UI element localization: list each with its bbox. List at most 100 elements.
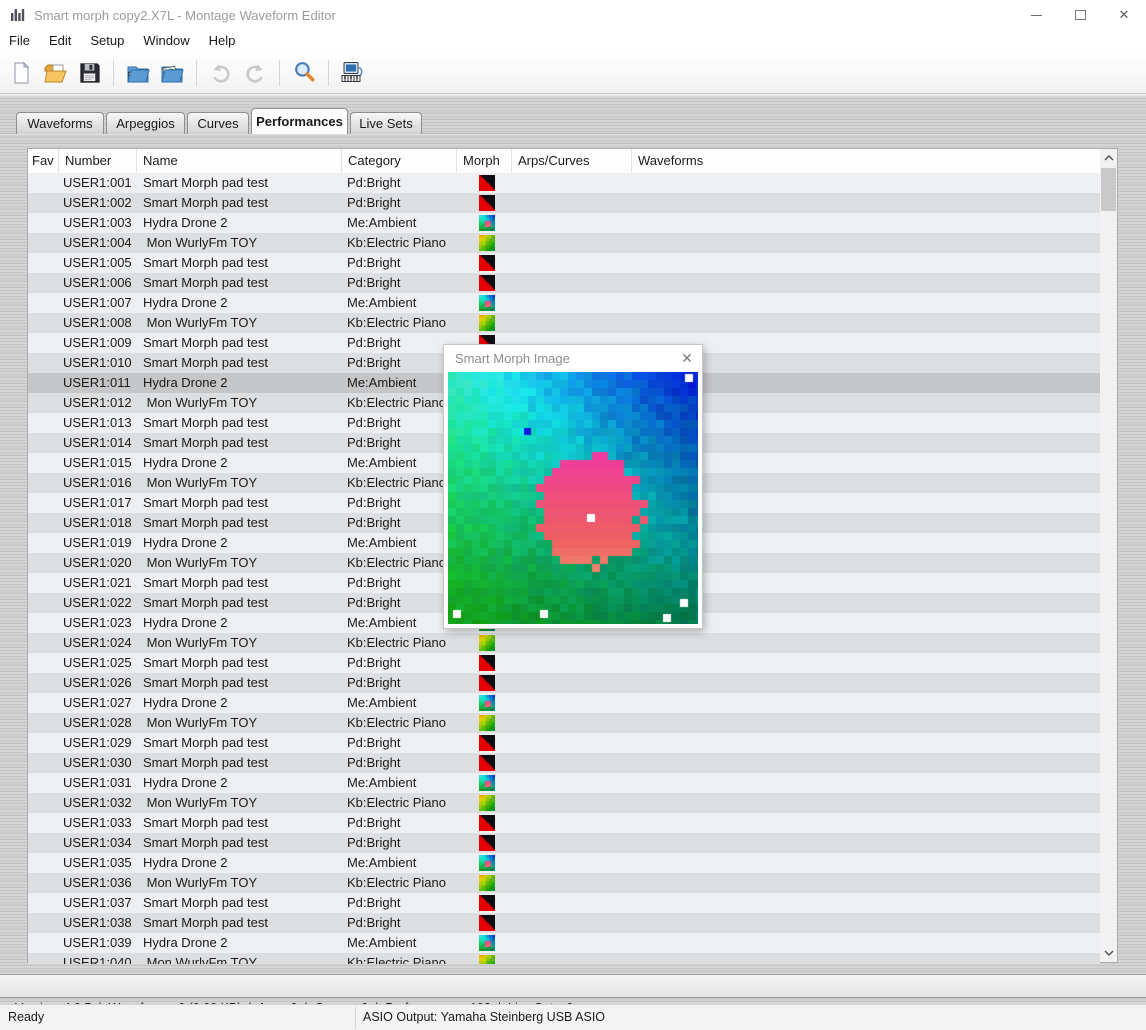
table-row[interactable]: USER1:002Smart Morph pad testPd:Bright xyxy=(28,193,1100,213)
undo-button[interactable] xyxy=(204,57,238,89)
search-button[interactable] xyxy=(287,57,321,89)
table-row[interactable]: USER1:037Smart Morph pad testPd:Bright xyxy=(28,893,1100,913)
tab-curves[interactable]: Curves xyxy=(187,112,249,134)
tab-live-sets[interactable]: Live Sets xyxy=(350,112,422,134)
scroll-up-button[interactable] xyxy=(1100,149,1117,167)
menu-edit[interactable]: Edit xyxy=(42,30,78,52)
import-waveform-folder-button[interactable] xyxy=(121,57,155,89)
name-cell: Smart Morph pad test xyxy=(136,193,341,213)
table-row[interactable]: USER1:008 Mon WurlyFm TOYKb:Electric Pia… xyxy=(28,313,1100,333)
category-cell: Pd:Bright xyxy=(341,513,456,533)
table-row[interactable]: USER1:028 Mon WurlyFm TOYKb:Electric Pia… xyxy=(28,713,1100,733)
new-file-button[interactable] xyxy=(4,57,38,89)
column-header-arps-curves[interactable]: Arps/Curves xyxy=(511,149,631,173)
import-arpeggio-folder-button[interactable] xyxy=(155,57,189,89)
table-row[interactable]: USER1:039Hydra Drone 2Me:Ambient xyxy=(28,933,1100,953)
table-row[interactable]: USER1:033Smart Morph pad testPd:Bright xyxy=(28,813,1100,833)
number-cell: USER1:027 xyxy=(58,693,136,713)
arps-cell xyxy=(511,813,631,833)
column-header-waveforms[interactable]: Waveforms xyxy=(631,149,1100,173)
tab-arpeggios[interactable]: Arpeggios xyxy=(106,112,185,134)
smart-morph-titlebar[interactable]: Smart Morph Image ✕ xyxy=(444,345,702,371)
table-row[interactable]: USER1:026Smart Morph pad testPd:Bright xyxy=(28,673,1100,693)
morph-icon xyxy=(479,235,495,251)
table-row[interactable]: USER1:003Hydra Drone 2Me:Ambient xyxy=(28,213,1100,233)
name-cell: Smart Morph pad test xyxy=(136,913,341,933)
name-cell: Smart Morph pad test xyxy=(136,733,341,753)
table-row[interactable]: USER1:007Hydra Drone 2Me:Ambient xyxy=(28,293,1100,313)
column-header-name[interactable]: Name xyxy=(136,149,341,173)
scroll-down-button[interactable] xyxy=(1100,944,1117,962)
name-cell: Smart Morph pad test xyxy=(136,273,341,293)
table-row[interactable]: USER1:001Smart Morph pad testPd:Bright xyxy=(28,173,1100,193)
tab-performances[interactable]: Performances xyxy=(251,108,348,134)
table-row[interactable]: USER1:030Smart Morph pad testPd:Bright xyxy=(28,753,1100,773)
name-cell: Smart Morph pad test xyxy=(136,813,341,833)
smart-morph-close-button[interactable]: ✕ xyxy=(672,350,702,367)
table-row[interactable]: USER1:005Smart Morph pad testPd:Bright xyxy=(28,253,1100,273)
number-cell: USER1:036 xyxy=(58,873,136,893)
name-cell: Hydra Drone 2 xyxy=(136,933,341,953)
arps-cell xyxy=(511,233,631,253)
column-header-number[interactable]: Number xyxy=(58,149,136,173)
morph-icon xyxy=(479,195,495,211)
table-row[interactable]: USER1:006Smart Morph pad testPd:Bright xyxy=(28,273,1100,293)
number-cell: USER1:019 xyxy=(58,533,136,553)
maximize-button[interactable] xyxy=(1058,0,1102,30)
menu-setup[interactable]: Setup xyxy=(83,30,131,52)
column-header-fav[interactable]: Fav xyxy=(28,149,58,173)
toolbar-separator xyxy=(328,60,329,86)
redo-button[interactable] xyxy=(238,57,272,89)
column-header-category[interactable]: Category xyxy=(341,149,456,173)
morph-icon xyxy=(479,655,495,671)
open-file-button[interactable] xyxy=(38,57,72,89)
name-cell: Mon WurlyFm TOY xyxy=(136,473,341,493)
number-cell: USER1:039 xyxy=(58,933,136,953)
category-cell: Kb:Electric Piano xyxy=(341,793,456,813)
waveforms-cell xyxy=(631,853,1100,873)
save-button[interactable] xyxy=(72,57,106,89)
midi-setup-button[interactable] xyxy=(336,57,370,89)
table-row[interactable]: USER1:035Hydra Drone 2Me:Ambient xyxy=(28,853,1100,873)
arps-cell xyxy=(511,653,631,673)
fav-cell xyxy=(28,493,58,513)
morph-cell xyxy=(456,753,511,773)
waveforms-cell xyxy=(631,773,1100,793)
vertical-scrollbar[interactable] xyxy=(1100,149,1117,962)
name-cell: Smart Morph pad test xyxy=(136,333,341,353)
fav-cell xyxy=(28,853,58,873)
table-row[interactable]: USER1:024 Mon WurlyFm TOYKb:Electric Pia… xyxy=(28,633,1100,653)
table-row[interactable]: USER1:031Hydra Drone 2Me:Ambient xyxy=(28,773,1100,793)
number-cell: USER1:011 xyxy=(58,373,136,393)
tab-waveforms[interactable]: Waveforms xyxy=(16,112,104,134)
morph-icon xyxy=(479,955,495,964)
fav-cell xyxy=(28,653,58,673)
table-row[interactable]: USER1:027Hydra Drone 2Me:Ambient xyxy=(28,693,1100,713)
category-cell: Kb:Electric Piano xyxy=(341,873,456,893)
morph-icon xyxy=(479,795,495,811)
table-row[interactable]: USER1:004 Mon WurlyFm TOYKb:Electric Pia… xyxy=(28,233,1100,253)
arps-cell xyxy=(511,673,631,693)
minimize-icon xyxy=(1031,15,1042,16)
table-row[interactable]: USER1:034Smart Morph pad testPd:Bright xyxy=(28,833,1100,853)
fav-cell xyxy=(28,553,58,573)
morph-icon xyxy=(479,635,495,651)
fav-cell xyxy=(28,513,58,533)
table-row[interactable]: USER1:040 Mon WurlyFm TOYKb:Electric Pia… xyxy=(28,953,1100,964)
menu-window[interactable]: Window xyxy=(136,30,196,52)
status-bar: Version: 4.0.5 | Waveforms: 0 (0.00 KB) … xyxy=(0,974,1146,998)
fav-cell xyxy=(28,233,58,253)
table-row[interactable]: USER1:038Smart Morph pad testPd:Bright xyxy=(28,913,1100,933)
column-header-morph[interactable]: Morph xyxy=(456,149,511,173)
minimize-button[interactable] xyxy=(1014,0,1058,30)
scrollbar-thumb[interactable] xyxy=(1101,168,1116,211)
number-cell: USER1:023 xyxy=(58,613,136,633)
close-button[interactable]: ✕ xyxy=(1102,0,1146,30)
table-row[interactable]: USER1:036 Mon WurlyFm TOYKb:Electric Pia… xyxy=(28,873,1100,893)
table-row[interactable]: USER1:025Smart Morph pad testPd:Bright xyxy=(28,653,1100,673)
morph-image-canvas[interactable] xyxy=(448,372,698,624)
menu-file[interactable]: File xyxy=(2,30,37,52)
table-row[interactable]: USER1:029Smart Morph pad testPd:Bright xyxy=(28,733,1100,753)
menu-help[interactable]: Help xyxy=(202,30,243,52)
table-row[interactable]: USER1:032 Mon WurlyFm TOYKb:Electric Pia… xyxy=(28,793,1100,813)
